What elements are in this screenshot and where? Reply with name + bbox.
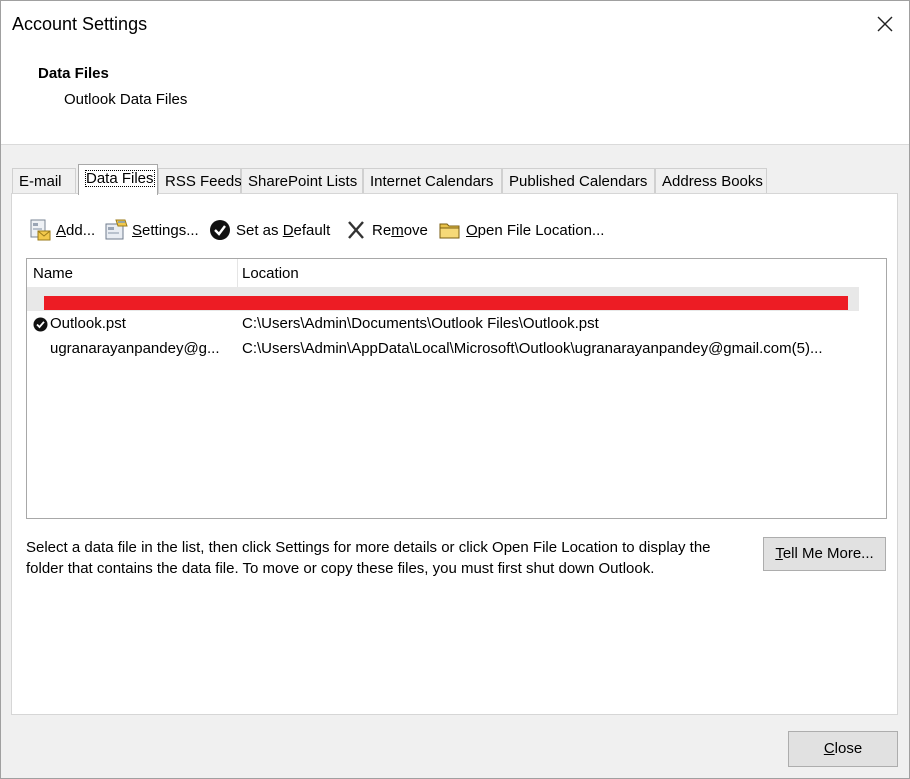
data-files-list[interactable]: Name Location Outlook.pst C:\Users\Admin…	[26, 258, 887, 519]
close-button[interactable]: Close	[788, 731, 898, 767]
data-files-panel: Add... Settings... Set as Default Remove…	[11, 193, 898, 715]
column-divider[interactable]	[237, 259, 238, 287]
column-header-name[interactable]: Name	[33, 265, 73, 282]
settings-button[interactable]: Settings...	[104, 218, 199, 242]
row-location: C:\Users\Admin\Documents\Outlook Files\O…	[242, 315, 599, 332]
open-file-location-button[interactable]: Open File Location...	[438, 218, 604, 242]
add-button[interactable]: Add...	[28, 218, 95, 242]
row-name: ugranarayanpandey@g...	[50, 340, 220, 357]
close-icon	[877, 16, 893, 32]
help-description: Select a data file in the list, then cli…	[26, 539, 711, 577]
remove-x-icon	[348, 221, 364, 239]
folder-icon	[439, 223, 460, 239]
add-data-file-icon	[30, 219, 51, 241]
tell-me-more-button[interactable]: Tell Me More...	[763, 537, 886, 571]
tab-sharepoint-lists[interactable]: SharePoint Lists	[241, 168, 363, 194]
set-as-default-button[interactable]: Set as Default	[208, 218, 330, 242]
tab-rss-feeds[interactable]: RSS Feeds	[158, 168, 242, 194]
open-file-location-label: Open File Location...	[466, 221, 605, 239]
set-as-default-label: Set as Default	[236, 221, 331, 239]
row-location: C:\Users\Admin\AppData\Local\Microsoft\O…	[242, 340, 823, 357]
remove-button[interactable]: Remove	[344, 218, 428, 242]
tab-address-books[interactable]: Address Books	[655, 168, 767, 194]
tab-internet-calendars[interactable]: Internet Calendars	[363, 168, 502, 194]
section-heading: Data Files	[38, 65, 109, 82]
section-subheading: Outlook Data Files	[64, 91, 188, 108]
redaction-bar	[44, 296, 848, 310]
list-header: Name Location	[27, 259, 859, 287]
tab-published-calendars[interactable]: Published Calendars	[502, 168, 655, 194]
settings-icon	[105, 219, 128, 240]
row-name: Outlook.pst	[50, 315, 126, 332]
column-header-location[interactable]: Location	[242, 265, 299, 282]
dialog-header: Account Settings Data Files Outlook Data…	[1, 1, 909, 145]
add-button-label: Add...	[56, 221, 96, 239]
table-row[interactable]: Outlook.pst C:\Users\Admin\Documents\Out…	[27, 313, 859, 337]
table-row[interactable]: ugranarayanpandey@g... C:\Users\Admin\Ap…	[27, 338, 859, 362]
account-settings-window: Account Settings Data Files Outlook Data…	[0, 0, 910, 779]
tab-email[interactable]: E-mail	[12, 168, 76, 194]
window-title: Account Settings	[12, 14, 148, 34]
tab-data-files[interactable]: Data Files	[78, 164, 158, 195]
remove-button-label: Remove	[372, 221, 428, 239]
close-window-button[interactable]	[872, 11, 898, 37]
default-check-icon	[33, 317, 48, 336]
checkmark-circle-icon	[210, 220, 230, 240]
settings-button-label: Settings...	[132, 221, 199, 239]
